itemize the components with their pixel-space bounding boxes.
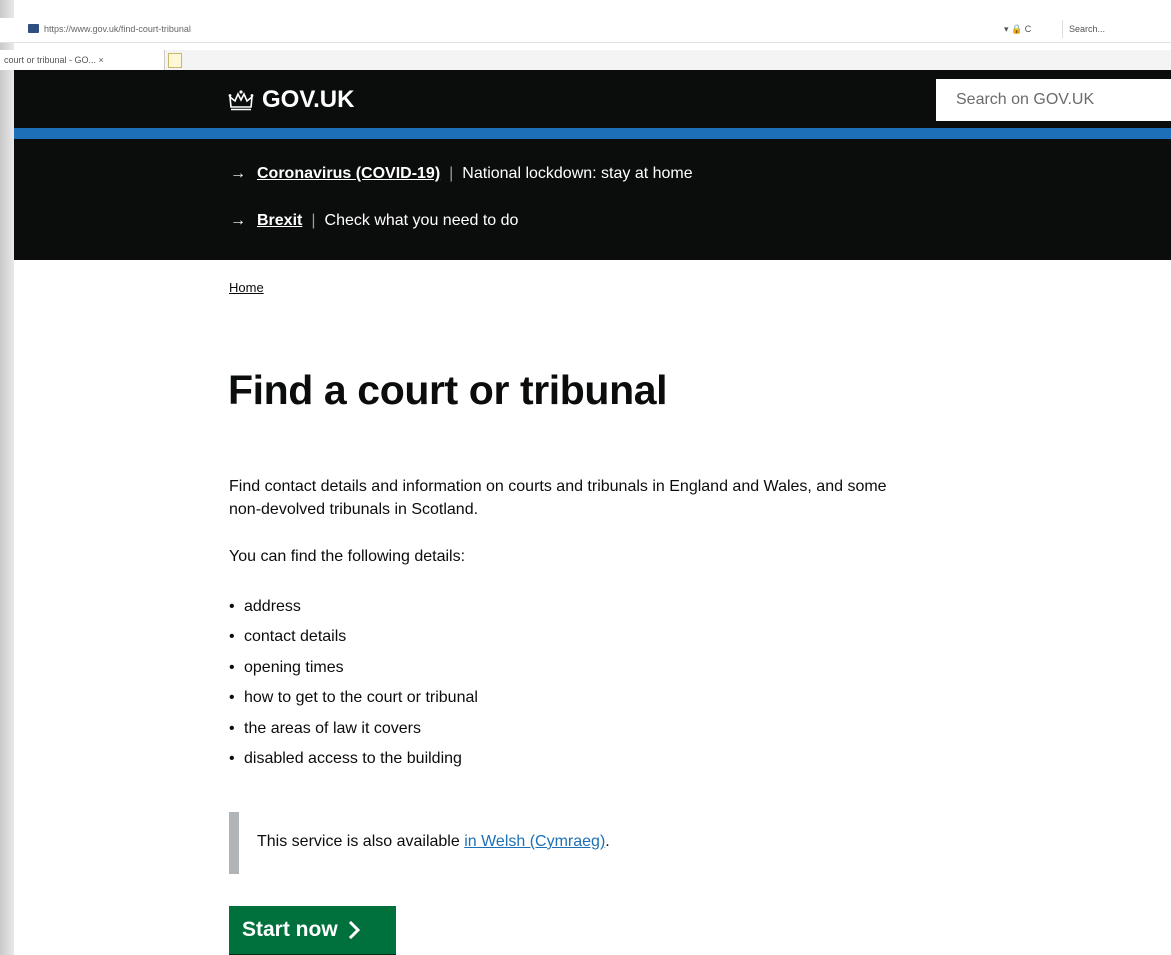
browser-window: https://www.gov.uk/find-court-tribunal ▾… <box>0 0 1171 955</box>
details-heading: You can find the following details: <box>229 548 466 565</box>
site-search-input[interactable]: Search on GOV.UK <box>936 79 1171 121</box>
address-bar[interactable]: https://www.gov.uk/find-court-tribunal ▾… <box>0 18 1171 43</box>
header-blue-bar <box>14 128 1171 139</box>
banner-text: National lockdown: stay at home <box>462 165 693 182</box>
logo-text: GOV.UK <box>262 86 355 113</box>
emergency-banner: → Coronavirus (COVID-19) | National lock… <box>14 139 1171 260</box>
new-tab-icon[interactable] <box>168 53 182 68</box>
list-item: • address <box>229 598 301 615</box>
list-item: • disabled access to the building <box>229 749 462 767</box>
govuk-logo[interactable]: GOV.UK <box>228 86 354 114</box>
banner-separator: | <box>449 165 454 182</box>
browser-search-box[interactable]: Search... <box>1062 20 1171 38</box>
page-title: Find a court or tribunal <box>228 367 668 413</box>
intro-paragraph: Find contact details and information on … <box>229 478 887 518</box>
crown-icon <box>228 90 254 111</box>
arrow-right-icon: → <box>230 212 246 229</box>
url-text[interactable]: https://www.gov.uk/find-court-tribunal <box>44 24 191 34</box>
site-icon <box>28 24 39 33</box>
list-item: • the areas of law it covers <box>229 719 421 737</box>
browser-tab[interactable]: court or tribunal - GO... × <box>0 50 165 70</box>
list-item: • how to get to the court or tribunal <box>229 689 478 707</box>
banner-item-coronavirus: → Coronavirus (COVID-19) | National lock… <box>230 165 693 183</box>
list-item: • opening times <box>229 658 344 676</box>
banner-item-brexit: → Brexit | Check what you need to do <box>230 212 518 230</box>
start-button-label: Start now <box>242 918 338 941</box>
welsh-text: This service is also available <box>257 833 465 850</box>
welsh-end: . <box>605 833 610 850</box>
brexit-link[interactable]: Brexit <box>257 212 302 230</box>
breadcrumb-home-link[interactable]: Home <box>229 280 264 295</box>
tab-bar: court or tribunal - GO... × <box>0 50 1171 70</box>
details-list: • address • contact details • opening times… <box>229 592 478 774</box>
banner-separator: | <box>311 212 316 229</box>
list-item: • contact details <box>229 628 347 646</box>
coronavirus-link[interactable]: Coronavirus (COVID-19) <box>257 165 440 183</box>
welsh-inset-text: This service is also available in Welsh … <box>229 812 729 874</box>
start-now-button[interactable]: Start now <box>229 906 396 954</box>
arrow-right-icon: → <box>230 165 246 182</box>
address-controls[interactable]: ▾ 🔒 C <box>1004 24 1031 35</box>
chevron-right-icon <box>348 921 360 939</box>
welsh-link[interactable]: in Welsh (Cymraeg) <box>464 833 605 850</box>
banner-text: Check what you need to do <box>324 212 519 229</box>
